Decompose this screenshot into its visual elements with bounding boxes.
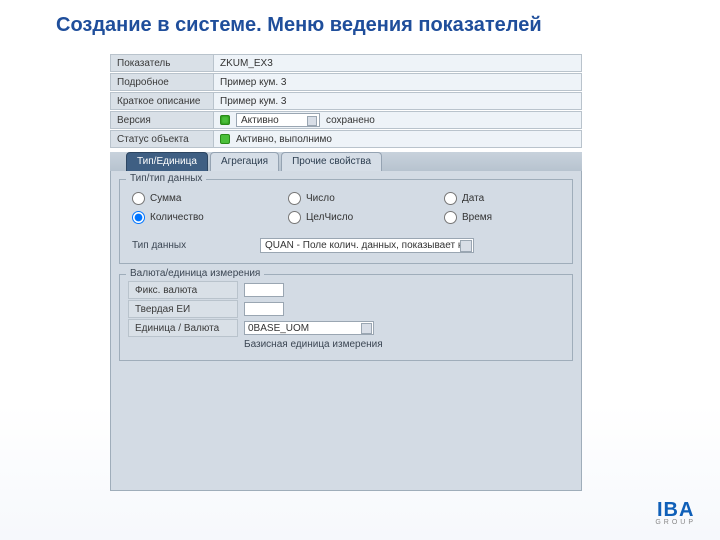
long-desc-value[interactable]: Пример кум. 3 [214, 73, 582, 91]
unit-currency-desc: Базисная единица измерения [128, 339, 564, 350]
data-type-label: Тип данных [132, 240, 252, 251]
indicator-label: Показатель [110, 54, 214, 72]
radio-integer[interactable]: ЦелЧисло [288, 211, 398, 224]
obj-status-text: Активно, выполнимо [236, 133, 332, 146]
status-led-icon [220, 115, 230, 125]
radio-sum[interactable]: Сумма [132, 192, 242, 205]
type-group-title: Тип/тип данных [126, 173, 206, 184]
radio-time-label: Время [462, 212, 492, 223]
radio-date[interactable]: Дата [444, 192, 554, 205]
obj-status-value: Активно, выполнимо [214, 130, 582, 148]
radio-time[interactable]: Время [444, 211, 554, 224]
fixed-uom-label: Твердая ЕИ [128, 300, 238, 318]
short-desc-label: Краткое описание [110, 92, 214, 110]
tab-strip: Тип/Единица Агрегация Прочие свойства [110, 152, 582, 171]
type-radios: Сумма Число Дата Количество ЦелЧисло [128, 186, 564, 230]
long-desc-label: Подробное описание [110, 73, 214, 91]
radio-sum-label: Сумма [150, 193, 181, 204]
version-saved-text: сохранено [326, 114, 375, 127]
currency-group: Валюта/единица измерения Фикс. валюта Тв… [119, 274, 573, 361]
type-group: Тип/тип данных Сумма Число Дата Количест… [119, 179, 573, 264]
version-select[interactable]: Активно [236, 113, 320, 127]
short-desc-value[interactable]: Пример кум. 3 [214, 92, 582, 110]
tab-type-unit[interactable]: Тип/Единица [126, 152, 208, 171]
obj-status-led-icon [220, 134, 230, 144]
slide-title: Создание в системе. Меню ведения показат… [0, 0, 720, 49]
fixed-uom-input[interactable] [244, 302, 284, 316]
indicator-value[interactable]: ZKUM_EX3 [214, 54, 582, 72]
unit-currency-input[interactable]: 0BASE_UOM [244, 321, 374, 335]
data-type-field[interactable]: QUAN - Поле колич. данных, показывает на [260, 238, 474, 253]
radio-integer-label: ЦелЧисло [306, 212, 353, 223]
radio-date-label: Дата [462, 193, 484, 204]
radio-number[interactable]: Число [288, 192, 398, 205]
sap-panel: Показатель ZKUM_EX3 Подробное описание П… [110, 54, 582, 491]
obj-status-label: Статус объекта [110, 130, 214, 148]
version-value-cell: Активно сохранено [214, 111, 582, 129]
logo-bottom: GROUP [655, 519, 696, 526]
currency-group-title: Валюта/единица измерения [126, 268, 264, 279]
logo-top: IBA [655, 501, 696, 519]
version-label: Версия [110, 111, 214, 129]
radio-quantity-label: Количество [150, 212, 204, 223]
fixed-currency-label: Фикс. валюта [128, 281, 238, 299]
fixed-currency-input[interactable] [244, 283, 284, 297]
logo: IBA GROUP [655, 501, 696, 526]
header-rows: Показатель ZKUM_EX3 Подробное описание П… [110, 54, 582, 148]
radio-quantity[interactable]: Количество [132, 211, 242, 224]
unit-currency-label: Единица / Валюта [128, 319, 238, 337]
radio-number-label: Число [306, 193, 335, 204]
tab-body: Тип/тип данных Сумма Число Дата Количест… [110, 171, 582, 491]
tab-other[interactable]: Прочие свойства [281, 152, 382, 171]
tab-aggregation[interactable]: Агрегация [210, 152, 279, 171]
